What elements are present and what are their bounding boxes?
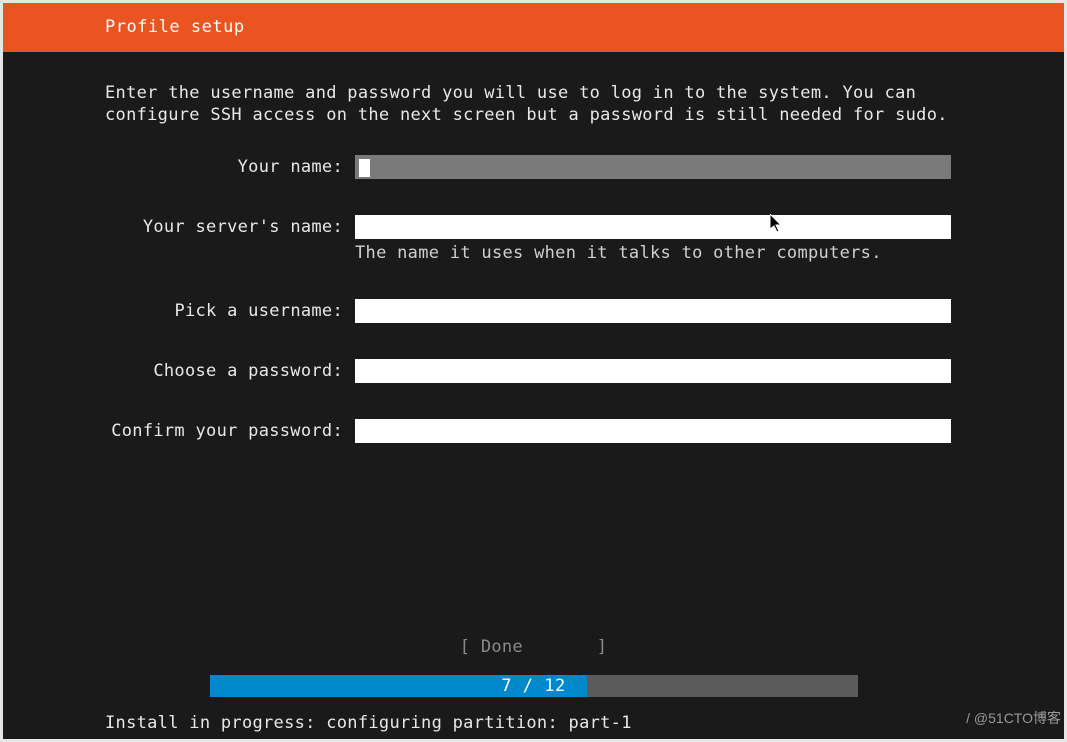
header-bar: Profile setup <box>3 3 1064 52</box>
label-server-name: Your server's name: <box>105 215 355 237</box>
done-button[interactable]: [ Done ] <box>460 637 608 657</box>
progress-text: 7 / 12 <box>210 676 858 696</box>
install-status: Install in progress: configuring partiti… <box>105 713 632 739</box>
form-row-password: Choose a password: <box>105 359 962 383</box>
progress-bar: 7 / 12 <box>210 675 858 697</box>
form-row-servername: Your server's name: The name it uses whe… <box>105 215 962 263</box>
form-row-username: Pick a username: <box>105 299 962 323</box>
installer-window: Profile setup Enter the username and pas… <box>3 3 1064 739</box>
input-username[interactable] <box>355 299 951 323</box>
label-password: Choose a password: <box>105 359 355 381</box>
form-row-name: Your name: <box>105 155 962 179</box>
hint-server-name: The name it uses when it talks to other … <box>355 243 962 263</box>
input-confirm-password[interactable] <box>355 419 951 443</box>
text-cursor <box>359 159 370 177</box>
page-title: Profile setup <box>105 17 245 37</box>
profile-form: Your name: Your server's name: The name … <box>105 155 962 479</box>
label-your-name: Your name: <box>105 155 355 177</box>
instructions-text: Enter the username and password you will… <box>105 82 962 127</box>
content-area: Enter the username and password you will… <box>3 52 1064 739</box>
watermark: / @51CTO博客 <box>966 708 1061 728</box>
bottom-section: [ Done ] 7 / 12 Install in progress: con… <box>105 637 962 739</box>
label-confirm-password: Confirm your password: <box>105 419 355 441</box>
input-server-name[interactable] <box>355 215 951 239</box>
input-password[interactable] <box>355 359 951 383</box>
form-row-confirm: Confirm your password: <box>105 419 962 443</box>
input-your-name[interactable] <box>355 155 951 179</box>
label-username: Pick a username: <box>105 299 355 321</box>
